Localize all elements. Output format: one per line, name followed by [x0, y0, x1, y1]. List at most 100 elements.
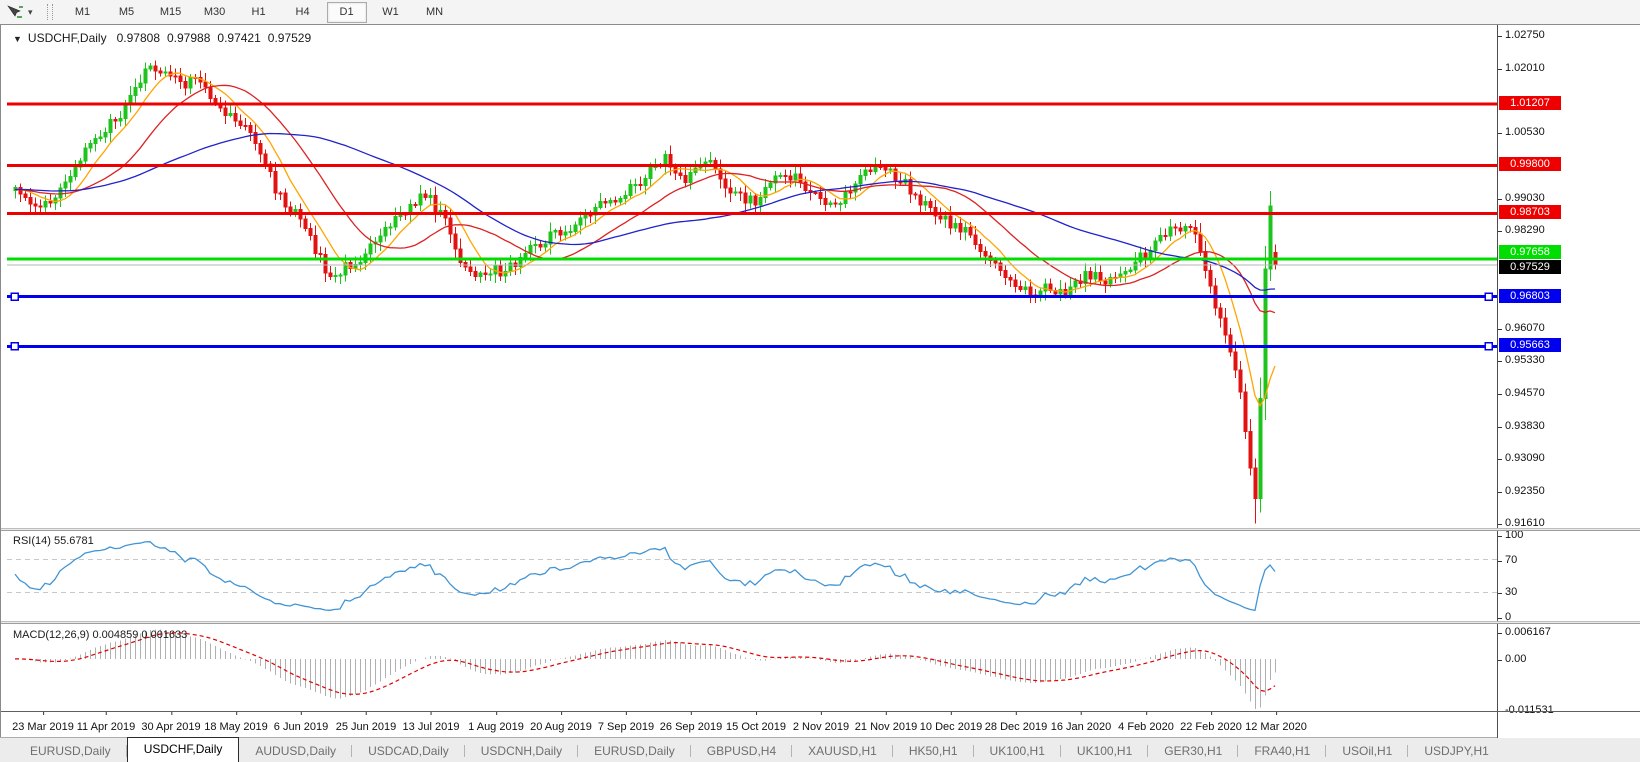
chart-tab-eurusd-daily[interactable]: EURUSD,Daily	[578, 740, 691, 762]
candle-body	[634, 184, 637, 185]
toolbar-grip[interactable]	[47, 4, 53, 20]
candle-body	[99, 137, 102, 138]
date-tick-label: 13 Jul 2019	[403, 721, 460, 733]
price-level-badge[interactable]: 0.95663	[1499, 338, 1561, 352]
rsi-plot[interactable]	[7, 531, 1497, 621]
candle-body	[644, 179, 647, 186]
timeframe-button-w1[interactable]: W1	[371, 2, 411, 23]
moving-average-8	[15, 73, 1275, 406]
timeframe-button-h4[interactable]: H4	[283, 2, 323, 23]
date-tick-label: 22 Feb 2020	[1180, 721, 1242, 733]
date-tick-label: 16 Jan 2020	[1051, 721, 1112, 733]
chart-tab-hk50-h1[interactable]: HK50,H1	[893, 740, 974, 762]
candle-body	[224, 108, 227, 115]
price-tick-label: 1.00530	[1505, 126, 1545, 138]
candle-body	[954, 224, 957, 229]
price-level-badge[interactable]: 0.99800	[1499, 157, 1561, 171]
chart-tab-gbpusd-h4[interactable]: GBPUSD,H4	[691, 740, 792, 762]
price-level-badge[interactable]: 0.97658	[1499, 245, 1561, 259]
price-axis[interactable]: 1.027501.020101.005300.990300.982900.960…	[1497, 25, 1640, 738]
price-tick-label: 0.92350	[1505, 485, 1545, 497]
chart-tab-uk100-h1[interactable]: UK100,H1	[974, 740, 1061, 762]
hline-endpoint-marker[interactable]	[1485, 293, 1492, 300]
dropdown-caret-icon[interactable]: ▾	[28, 7, 33, 18]
candle-body	[1164, 236, 1167, 237]
candle-body	[814, 192, 817, 193]
current-price-badge: 0.97529	[1499, 260, 1561, 274]
timeframe-button-mn[interactable]: MN	[415, 2, 455, 23]
candle-body	[249, 126, 252, 133]
macd-plot[interactable]	[7, 625, 1497, 711]
candle-body	[584, 215, 587, 218]
candle-body	[1004, 271, 1007, 278]
timeframe-button-m5[interactable]: M5	[107, 2, 147, 23]
candle-body	[419, 194, 422, 205]
price-level-badge[interactable]: 0.96803	[1499, 289, 1561, 303]
candle-body	[229, 113, 232, 115]
candle-body	[839, 204, 842, 205]
chart-tab-usdjpy-h1[interactable]: USDJPY,H1	[1408, 740, 1504, 762]
candle-body	[189, 77, 192, 88]
timeframe-button-d1[interactable]: D1	[327, 2, 367, 23]
timeframe-button-h1[interactable]: H1	[239, 2, 279, 23]
chart-tab-xauusd-h1[interactable]: XAUUSD,H1	[792, 740, 893, 762]
chart-tab-audusd-daily[interactable]: AUDUSD,Daily	[239, 740, 352, 762]
timeframe-toolbar: ▾ M1M5M15M30H1H4D1W1MN	[0, 0, 1640, 25]
candle-body	[174, 76, 177, 77]
date-tick-label: 1 Aug 2019	[468, 721, 524, 733]
macd-tick-label: 0.006167	[1505, 626, 1551, 638]
chart-tab-usdcnh-daily[interactable]: USDCNH,Daily	[465, 740, 578, 762]
candle-body	[274, 172, 277, 193]
timeframe-button-m30[interactable]: M30	[195, 2, 235, 23]
chart-tab-usoil-h1[interactable]: USOil,H1	[1326, 740, 1408, 762]
date-tick-label: 11 Apr 2019	[77, 721, 136, 733]
candle-body	[684, 176, 687, 183]
candle-body	[204, 82, 207, 87]
chart-tab-usdchf-daily[interactable]: USDCHF,Daily	[127, 737, 240, 762]
candle-body	[154, 66, 157, 71]
timeframe-button-m1[interactable]: M1	[63, 2, 103, 23]
chart-tab-uk100-h1[interactable]: UK100,H1	[1061, 740, 1148, 762]
candle-body	[379, 236, 382, 242]
candle-body	[84, 148, 87, 161]
price-level-badge[interactable]: 1.01207	[1499, 96, 1561, 110]
symbol-dropdown-icon[interactable]: ▼	[13, 34, 22, 44]
panel-splitter[interactable]	[1, 621, 1640, 624]
chart-tab-ger30-h1[interactable]: GER30,H1	[1148, 740, 1238, 762]
hline-endpoint-marker[interactable]	[11, 343, 18, 350]
macd-tick-label: 0.00	[1505, 653, 1526, 665]
hline-endpoint-marker[interactable]	[1485, 343, 1492, 350]
price-level-badge[interactable]: 0.98703	[1499, 205, 1561, 219]
candle-body	[1129, 270, 1132, 272]
candle-body	[769, 183, 772, 187]
date-tick-label: 4 Feb 2020	[1118, 721, 1174, 733]
candle-body	[149, 66, 152, 69]
candle-body	[734, 192, 737, 193]
candle-body	[1169, 227, 1172, 236]
candle-body	[779, 175, 782, 176]
candle-body	[534, 245, 537, 246]
candle-body	[564, 232, 567, 235]
hline-endpoint-marker[interactable]	[11, 293, 18, 300]
cursor-tool-button[interactable]: ▾	[2, 2, 37, 22]
candle-body	[849, 192, 852, 193]
candle-body	[819, 193, 822, 199]
candle-body	[94, 138, 97, 143]
candle-body	[829, 203, 832, 204]
price-tick-label: 0.93830	[1505, 420, 1545, 432]
chart-tab-usdcad-daily[interactable]: USDCAD,Daily	[352, 740, 465, 762]
candle-body	[1074, 281, 1077, 287]
candle-body	[789, 176, 792, 180]
candle-body	[144, 69, 147, 83]
candle-body	[469, 267, 472, 271]
candle-body	[454, 234, 457, 249]
time-axis[interactable]: 23 Mar 201911 Apr 201930 Apr 201918 May …	[1, 711, 1497, 738]
price-tick-label: 1.02750	[1505, 29, 1545, 41]
chart-tab-fra40-h1[interactable]: FRA40,H1	[1238, 740, 1326, 762]
chart-tab-eurusd-daily[interactable]: EURUSD,Daily	[14, 740, 127, 762]
time-axis-border	[1, 711, 1640, 712]
timeframe-button-m15[interactable]: M15	[151, 2, 191, 23]
price-chart-plot[interactable]	[7, 26, 1497, 529]
candle-body	[1249, 431, 1252, 468]
panel-splitter[interactable]	[1, 528, 1640, 531]
